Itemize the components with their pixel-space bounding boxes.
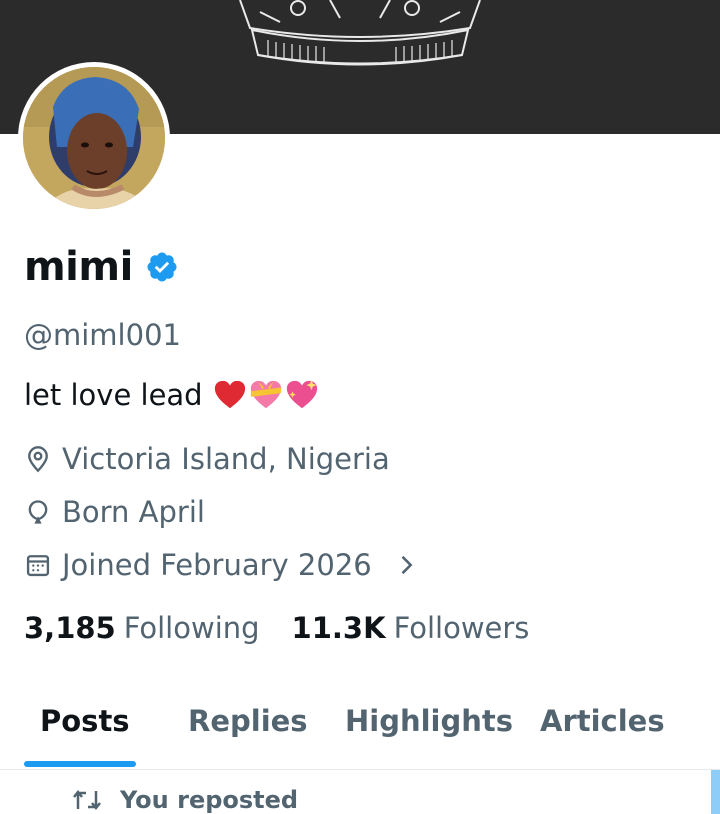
location-row: Victoria Island, Nigeria xyxy=(24,442,390,476)
avatar-photo xyxy=(23,67,165,209)
heart-with-ribbon-icon xyxy=(250,380,281,409)
verified-badge-icon[interactable] xyxy=(145,250,179,284)
tab-posts[interactable]: Posts xyxy=(40,704,130,738)
followers-label: Followers xyxy=(393,611,530,645)
repost-icon xyxy=(73,789,101,811)
avatar[interactable] xyxy=(18,62,170,214)
bio-text: let love lead xyxy=(24,378,203,412)
repost-indicator[interactable]: You reposted xyxy=(72,786,298,814)
calendar-icon xyxy=(26,555,50,577)
repost-text: You reposted xyxy=(120,786,299,814)
display-name: mimi xyxy=(24,244,133,290)
location-pin-icon xyxy=(28,446,48,473)
handle: @miml001 xyxy=(24,318,181,352)
active-tab-indicator xyxy=(24,761,136,767)
tab-articles[interactable]: Articles xyxy=(540,704,665,738)
followers-link[interactable]: 11.3K Followers xyxy=(292,611,530,645)
following-count: 3,185 xyxy=(24,611,116,645)
bio-emojis xyxy=(213,378,319,412)
balloon-icon xyxy=(28,500,48,524)
profile-tabs: Posts Replies Highlights Articles xyxy=(0,690,720,770)
joined-text: Joined February 2026 xyxy=(62,548,372,582)
scroll-accent xyxy=(711,770,720,814)
following-label: Following xyxy=(123,611,260,645)
tab-highlights[interactable]: Highlights xyxy=(345,704,513,738)
joined-row[interactable]: Joined February 2026 xyxy=(24,548,420,582)
follow-stats: 3,185 Following 11.3K Followers xyxy=(24,611,529,645)
bio: let love lead xyxy=(24,378,319,412)
birthday-text: Born April xyxy=(62,495,205,529)
red-heart-icon xyxy=(214,380,245,409)
following-link[interactable]: 3,185 Following xyxy=(24,611,260,645)
name-row: mimi xyxy=(24,244,179,290)
tab-replies[interactable]: Replies xyxy=(188,704,308,738)
chevron-right-icon[interactable] xyxy=(392,551,420,579)
birthday-row: Born April xyxy=(24,495,205,529)
location-text: Victoria Island, Nigeria xyxy=(62,442,390,476)
followers-count: 11.3K xyxy=(291,611,386,645)
sparkling-heart-icon xyxy=(286,379,317,409)
